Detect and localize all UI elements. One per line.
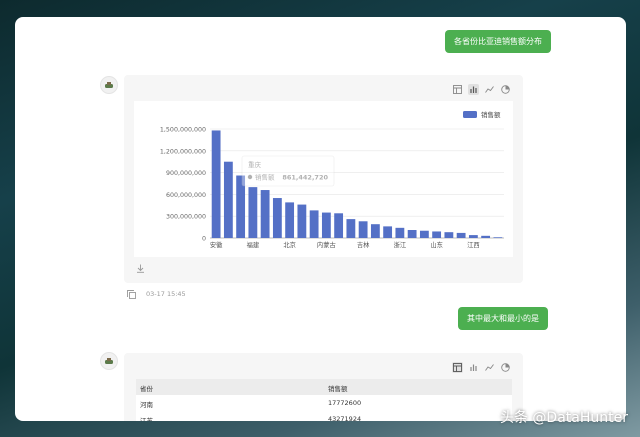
bar — [223, 161, 233, 238]
line-chart-icon-2[interactable] — [484, 362, 495, 373]
user-message-1-text: 各省份比亚迪销售额分布 — [454, 37, 542, 46]
table-row: 河南 17772600 — [136, 395, 512, 412]
x-tick-label: 内蒙古 — [317, 240, 336, 249]
bar — [493, 237, 503, 238]
bar — [211, 130, 221, 238]
x-tick-label: 北京 — [283, 240, 296, 249]
bar — [260, 190, 270, 238]
user-message-2-text: 其中最大和最小的是 — [467, 314, 539, 323]
x-tick-label: 福建 — [247, 240, 260, 249]
watermark: 头条 @DataHunter — [499, 410, 628, 426]
bar — [419, 230, 429, 238]
bar-chart-icon-2[interactable] — [468, 362, 479, 373]
legend-swatch — [463, 111, 477, 118]
bar — [370, 224, 380, 238]
tooltip-dot — [247, 174, 253, 180]
chart-tooltip: 重庆销售额 861,442,720 — [241, 155, 335, 187]
table-cell-province: 江苏 — [140, 417, 153, 421]
assistant-avatar — [100, 76, 118, 94]
bar — [456, 232, 466, 238]
y-tick-label: 600,000,000 — [166, 192, 206, 199]
chart-panel: 1,500,000,000 1,200,000,000 900,000,000 600… — [134, 101, 513, 257]
x-tick-label: 安徽 — [210, 240, 223, 249]
table-header-sales: 销售额 — [328, 385, 348, 393]
bar — [309, 210, 319, 238]
x-tick-label: 吉林 — [357, 240, 370, 249]
bar-chart-icon[interactable] — [468, 84, 479, 95]
table-header: 省份 销售额 — [136, 379, 512, 395]
line-chart-icon[interactable] — [484, 84, 495, 95]
message-timestamp: 03-17 15:45 — [146, 290, 186, 298]
bar — [321, 212, 331, 238]
copy-icon[interactable] — [126, 289, 137, 300]
table-view-icon[interactable] — [452, 84, 463, 95]
chart-card: 1,500,000,000 1,200,000,000 900,000,000 600… — [124, 75, 523, 283]
table-cell-sales: 17772600 — [328, 399, 362, 407]
x-tick-label: 山东 — [430, 240, 443, 249]
table-header-province: 省份 — [140, 385, 153, 393]
x-tick-label: 江西 — [467, 241, 480, 249]
bar — [248, 187, 258, 238]
y-tick-label: 300,000,000 — [166, 214, 206, 221]
bar-chart: 1,500,000,000 1,200,000,000 900,000,000 600… — [160, 110, 504, 249]
y-tick-label: 1,500,000,000 — [160, 127, 206, 134]
table-cell-sales: 43271924 — [328, 415, 362, 421]
bar — [346, 219, 356, 238]
table-card: 省份 销售额 河南 17772600 江苏 43271924 — [124, 353, 523, 421]
table-cell-province: 河南 — [140, 401, 153, 409]
bar — [334, 213, 344, 238]
bar — [407, 230, 417, 238]
tooltip-title: 重庆 — [248, 160, 262, 169]
user-message-1: 各省份比亚迪销售额分布 — [445, 30, 551, 53]
legend-label: 销售额 — [481, 110, 501, 119]
y-tick-label: 0 — [202, 236, 206, 243]
y-tick-label: 1,200,000,000 — [160, 148, 206, 155]
table-view-icon-2[interactable] — [452, 362, 463, 373]
bar — [468, 235, 478, 238]
pie-chart-icon-2[interactable] — [500, 362, 511, 373]
chat-window: 各省份比亚迪销售额分布 1,500,000,000 1,200,000,000 90… — [15, 17, 626, 421]
assistant-avatar-2 — [100, 352, 118, 370]
table-row: 江苏 43271924 — [136, 411, 512, 421]
x-tick-label: 浙江 — [394, 240, 407, 249]
tooltip-value: 861,442,720 — [282, 173, 328, 181]
bar — [358, 221, 368, 238]
bar — [444, 232, 454, 238]
bar — [285, 202, 295, 238]
user-message-2: 其中最大和最小的是 — [458, 307, 548, 330]
bar — [272, 198, 282, 238]
tooltip-label: 销售额 — [255, 172, 275, 181]
bar — [481, 235, 491, 238]
bar — [395, 227, 405, 238]
bar — [432, 231, 442, 238]
download-icon[interactable] — [135, 263, 146, 274]
bar — [383, 226, 393, 238]
bar — [297, 204, 307, 238]
pie-chart-icon[interactable] — [500, 84, 511, 95]
y-tick-label: 900,000,000 — [166, 170, 206, 177]
